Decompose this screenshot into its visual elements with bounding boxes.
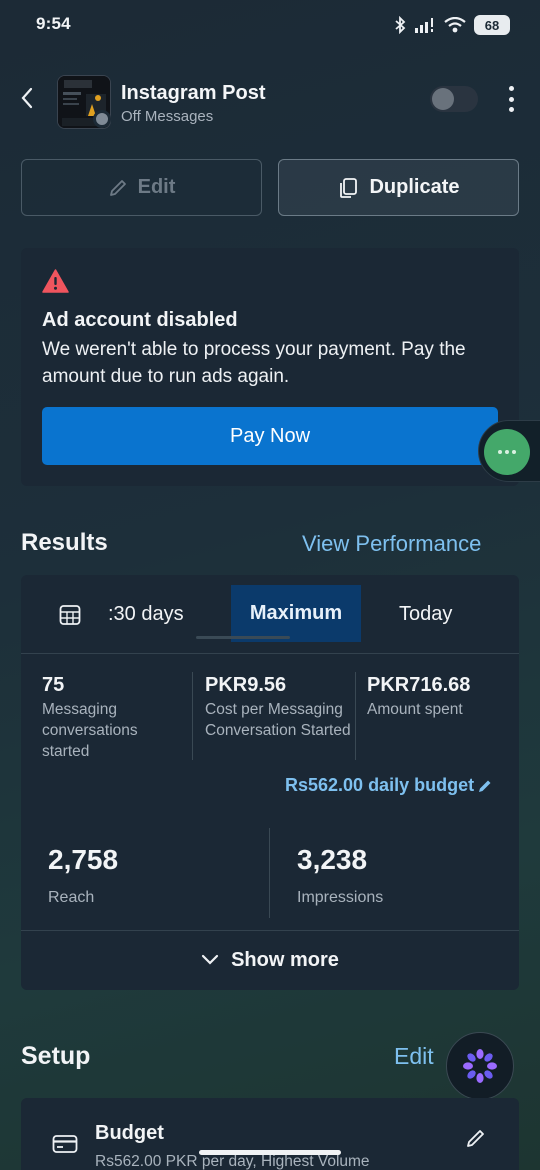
edit-button[interactable]: Edit (21, 159, 262, 216)
status-time: 9:54 (36, 14, 71, 33)
period-today[interactable]: Today (399, 603, 452, 626)
impressions-value: 3,238 (297, 844, 368, 875)
ad-subtitle: Off Messages (121, 108, 213, 125)
metric-spent-label: Amount spent (367, 701, 463, 718)
duplicate-icon (340, 177, 358, 198)
pay-now-button[interactable]: Pay Now (42, 407, 498, 465)
view-performance-link[interactable]: View Performance (302, 531, 481, 557)
pencil-icon (479, 780, 491, 792)
home-indicator[interactable] (199, 1150, 341, 1155)
metric-cost-label: Cost per Messaging Conversation Started (205, 701, 351, 739)
metric-spent-value: PKR716.68 (367, 674, 471, 696)
back-arrow-icon[interactable] (16, 84, 40, 112)
signal-icon (415, 18, 433, 33)
chevron-down-icon (201, 954, 219, 965)
divider (21, 653, 519, 654)
bluetooth-icon (395, 16, 406, 34)
edit-button-label: Edit (137, 176, 176, 198)
metric-cost-value: PKR9.56 (205, 674, 287, 696)
pencil-icon (109, 179, 126, 196)
battery-icon: 68 (474, 15, 510, 35)
daily-budget-link[interactable]: Rs562.00 daily budget (285, 775, 493, 796)
ad-title: Instagram Post (121, 82, 266, 104)
status-icons: 68 (394, 14, 510, 36)
status-dot-icon (93, 110, 111, 128)
calendar-icon[interactable] (58, 603, 82, 627)
period-maximum[interactable]: Maximum (231, 585, 361, 642)
metric-separator (355, 672, 356, 760)
edit-budget-icon[interactable] (465, 1127, 487, 1149)
daily-budget-text: Rs562.00 daily budget (285, 775, 475, 795)
reach-label: Reach (48, 889, 95, 906)
period-scroll-indicator (196, 636, 290, 639)
show-more-label: Show more (231, 948, 339, 971)
metric-conversations-value: 75 (42, 674, 65, 696)
budget-detail: Rs562.00 PKR per day, Highest Volume (95, 1153, 370, 1170)
toggle-knob (432, 88, 454, 110)
ai-assistant-button[interactable] (446, 1032, 514, 1100)
duplicate-button[interactable]: Duplicate (278, 159, 519, 216)
metric-conversations-label: Messaging conversations started (42, 701, 138, 760)
impressions-label: Impressions (297, 889, 384, 906)
duplicate-button-label: Duplicate (369, 176, 460, 198)
wifi-icon (444, 17, 466, 33)
setup-edit-link[interactable]: Edit (394, 1043, 434, 1070)
budget-title: Budget (95, 1122, 164, 1144)
setup-heading: Setup (21, 1042, 91, 1070)
more-options-icon[interactable] (503, 86, 519, 112)
warning-icon (42, 269, 69, 293)
ad-active-toggle[interactable] (430, 86, 478, 112)
period-30-days[interactable]: :30 days (108, 603, 184, 626)
ai-assistant-icon (463, 1049, 497, 1083)
divider (21, 930, 519, 931)
credit-card-icon (52, 1135, 78, 1153)
show-more-button[interactable]: Show more (21, 932, 519, 988)
metric-separator (269, 828, 270, 918)
ad-status: Off (121, 108, 141, 125)
ad-objective: Messages (144, 108, 214, 125)
metric-separator (192, 672, 193, 760)
reach-value: 2,758 (48, 844, 119, 875)
alert-title: Ad account disabled (42, 309, 238, 331)
chat-bubble-icon[interactable] (484, 429, 530, 475)
alert-message: We weren't able to process your payment.… (42, 339, 466, 387)
results-heading: Results (21, 529, 108, 556)
